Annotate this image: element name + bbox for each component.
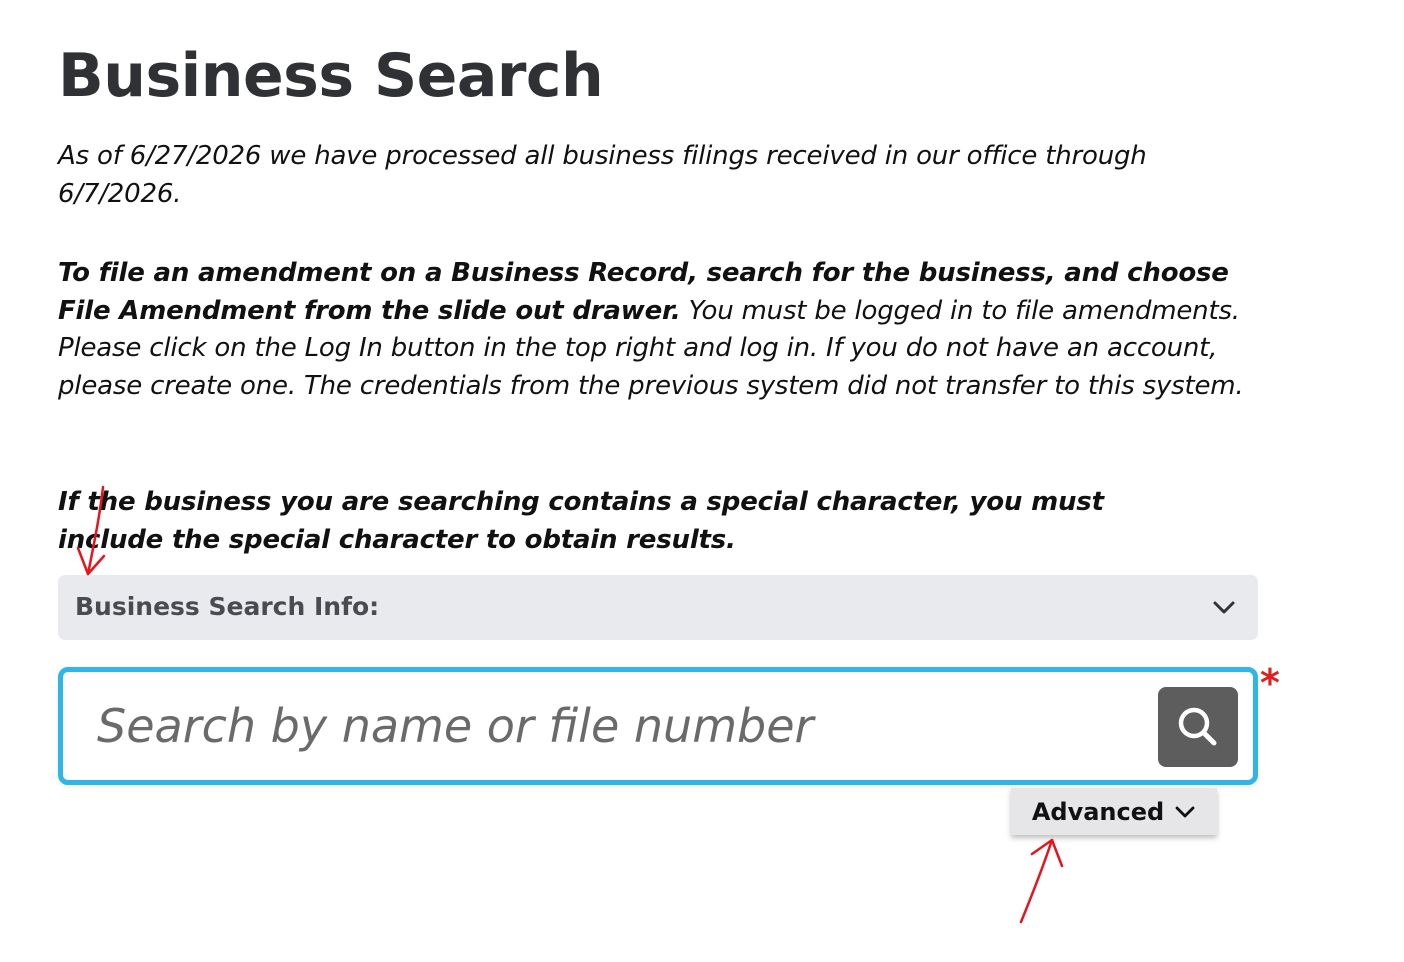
advanced-search-button[interactable]: Advanced: [1011, 788, 1217, 835]
special-character-notice: If the business you are searching contai…: [58, 487, 1104, 555]
required-marker: *: [1260, 661, 1280, 705]
search-box: [58, 667, 1258, 785]
processing-notice: As of 6/27/2026 we have processed all bu…: [58, 141, 1147, 209]
advanced-label: Advanced: [1031, 797, 1165, 826]
annotation-arrow-advanced: [1019, 838, 1064, 924]
business-search-info-label: Business Search Info:: [75, 592, 380, 621]
chevron-down-icon: [1175, 806, 1195, 817]
amendment-notice: To file an amendment on a Business Recor…: [58, 255, 1268, 405]
page-title: Business Search: [58, 41, 604, 111]
business-search-info-toggle[interactable]: Business Search Info:: [58, 575, 1258, 640]
chevron-down-icon: [1213, 601, 1235, 614]
search-button[interactable]: [1158, 687, 1238, 767]
search-icon: [1178, 707, 1217, 746]
search-input[interactable]: [89, 686, 1139, 766]
